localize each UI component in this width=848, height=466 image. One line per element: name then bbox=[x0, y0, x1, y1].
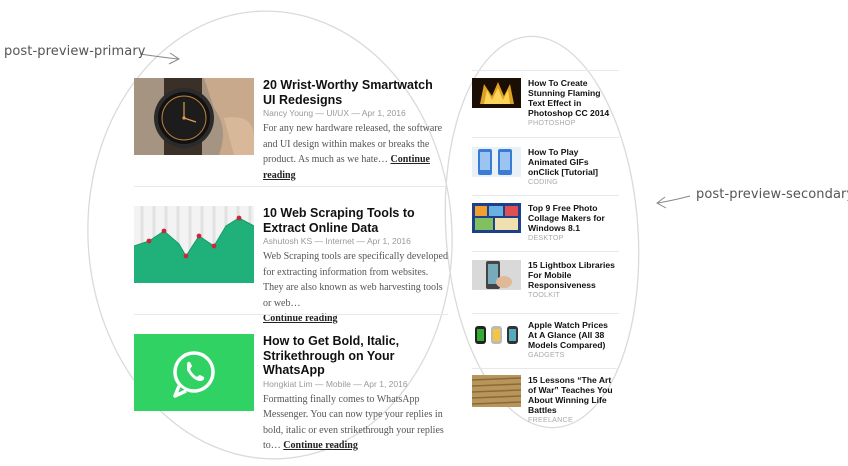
secondary-post-title[interactable]: 15 Lessons “The Art of War” Teaches You … bbox=[528, 375, 619, 415]
flaming-text-image bbox=[472, 78, 521, 108]
apple-watch-image bbox=[472, 320, 521, 350]
continue-reading-link[interactable]: Continue reading bbox=[283, 440, 358, 451]
secondary-post-category[interactable]: DESKTOP bbox=[528, 233, 619, 243]
post-divider bbox=[134, 186, 448, 187]
green-chart-image[interactable] bbox=[134, 206, 254, 283]
post-divider bbox=[472, 70, 619, 71]
post-title[interactable]: 20 Wrist-Worthy Smartwatch UI Redesigns bbox=[263, 78, 448, 107]
secondary-post-category[interactable]: GADGETS bbox=[528, 350, 619, 360]
secondary-post-category[interactable]: TOOLKIT bbox=[528, 290, 619, 300]
post-excerpt: Formatting finally comes to WhatsApp Mes… bbox=[263, 392, 448, 454]
secondary-post-title[interactable]: How To Play Animated GIFs onClick [Tutor… bbox=[528, 147, 619, 177]
primary-post: 20 Wrist-Worthy Smartwatch UI Redesigns … bbox=[134, 70, 448, 190]
post-divider bbox=[472, 313, 619, 314]
secondary-post-title[interactable]: Apple Watch Prices At A Glance (All 38 M… bbox=[528, 320, 619, 350]
smartwatch-image[interactable] bbox=[134, 78, 254, 155]
secondary-post-category[interactable]: PHOTOSHOP bbox=[528, 118, 619, 128]
post-meta: Hongkiat Lim — Mobile — Apr 1, 2016 bbox=[263, 378, 408, 389]
secondary-post-title[interactable]: Top 9 Free Photo Collage Makers for Wind… bbox=[528, 203, 619, 233]
secondary-annotation-label: post-preview-secondary bbox=[696, 187, 848, 202]
secondary-annotation-arrow bbox=[657, 195, 691, 204]
primary-annotation-label: post-preview-primary bbox=[4, 44, 146, 59]
post-meta: Nancy Young — UI/UX — Apr 1, 2016 bbox=[263, 108, 406, 118]
post-divider bbox=[472, 137, 619, 138]
post-divider bbox=[472, 368, 619, 369]
photo-collage-image bbox=[472, 203, 521, 233]
post-meta: Ashutosh KS — Internet — Apr 1, 2016 bbox=[263, 236, 411, 246]
primary-post: 10 Web Scraping Tools to Extract Online … bbox=[134, 198, 448, 324]
post-excerpt: For any new hardware released, the softw… bbox=[263, 121, 448, 183]
secondary-post-title[interactable]: 15 Lightbox Libraries For Mobile Respons… bbox=[528, 260, 619, 290]
post-title[interactable]: 10 Web Scraping Tools to Extract Online … bbox=[263, 206, 448, 235]
art-of-war-image bbox=[472, 375, 521, 407]
post-excerpt-text: Web Scraping tools are specifically deve… bbox=[263, 251, 448, 309]
animated-gif-image bbox=[472, 147, 521, 177]
post-divider bbox=[472, 251, 619, 252]
primary-post: How to Get Bold, Italic, Strikethrough o… bbox=[134, 326, 448, 451]
post-divider bbox=[472, 195, 619, 196]
post-title[interactable]: How to Get Bold, Italic, Strikethrough o… bbox=[263, 334, 448, 378]
secondary-post-category[interactable]: CODING bbox=[528, 177, 619, 187]
secondary-post-title[interactable]: How To Create Stunning Flaming Text Effe… bbox=[528, 78, 619, 118]
lightbox-mobile-image bbox=[472, 260, 521, 290]
post-divider bbox=[134, 314, 448, 315]
secondary-post-category[interactable]: FREELANCE bbox=[528, 415, 619, 425]
whatsapp-logo[interactable] bbox=[134, 334, 254, 411]
